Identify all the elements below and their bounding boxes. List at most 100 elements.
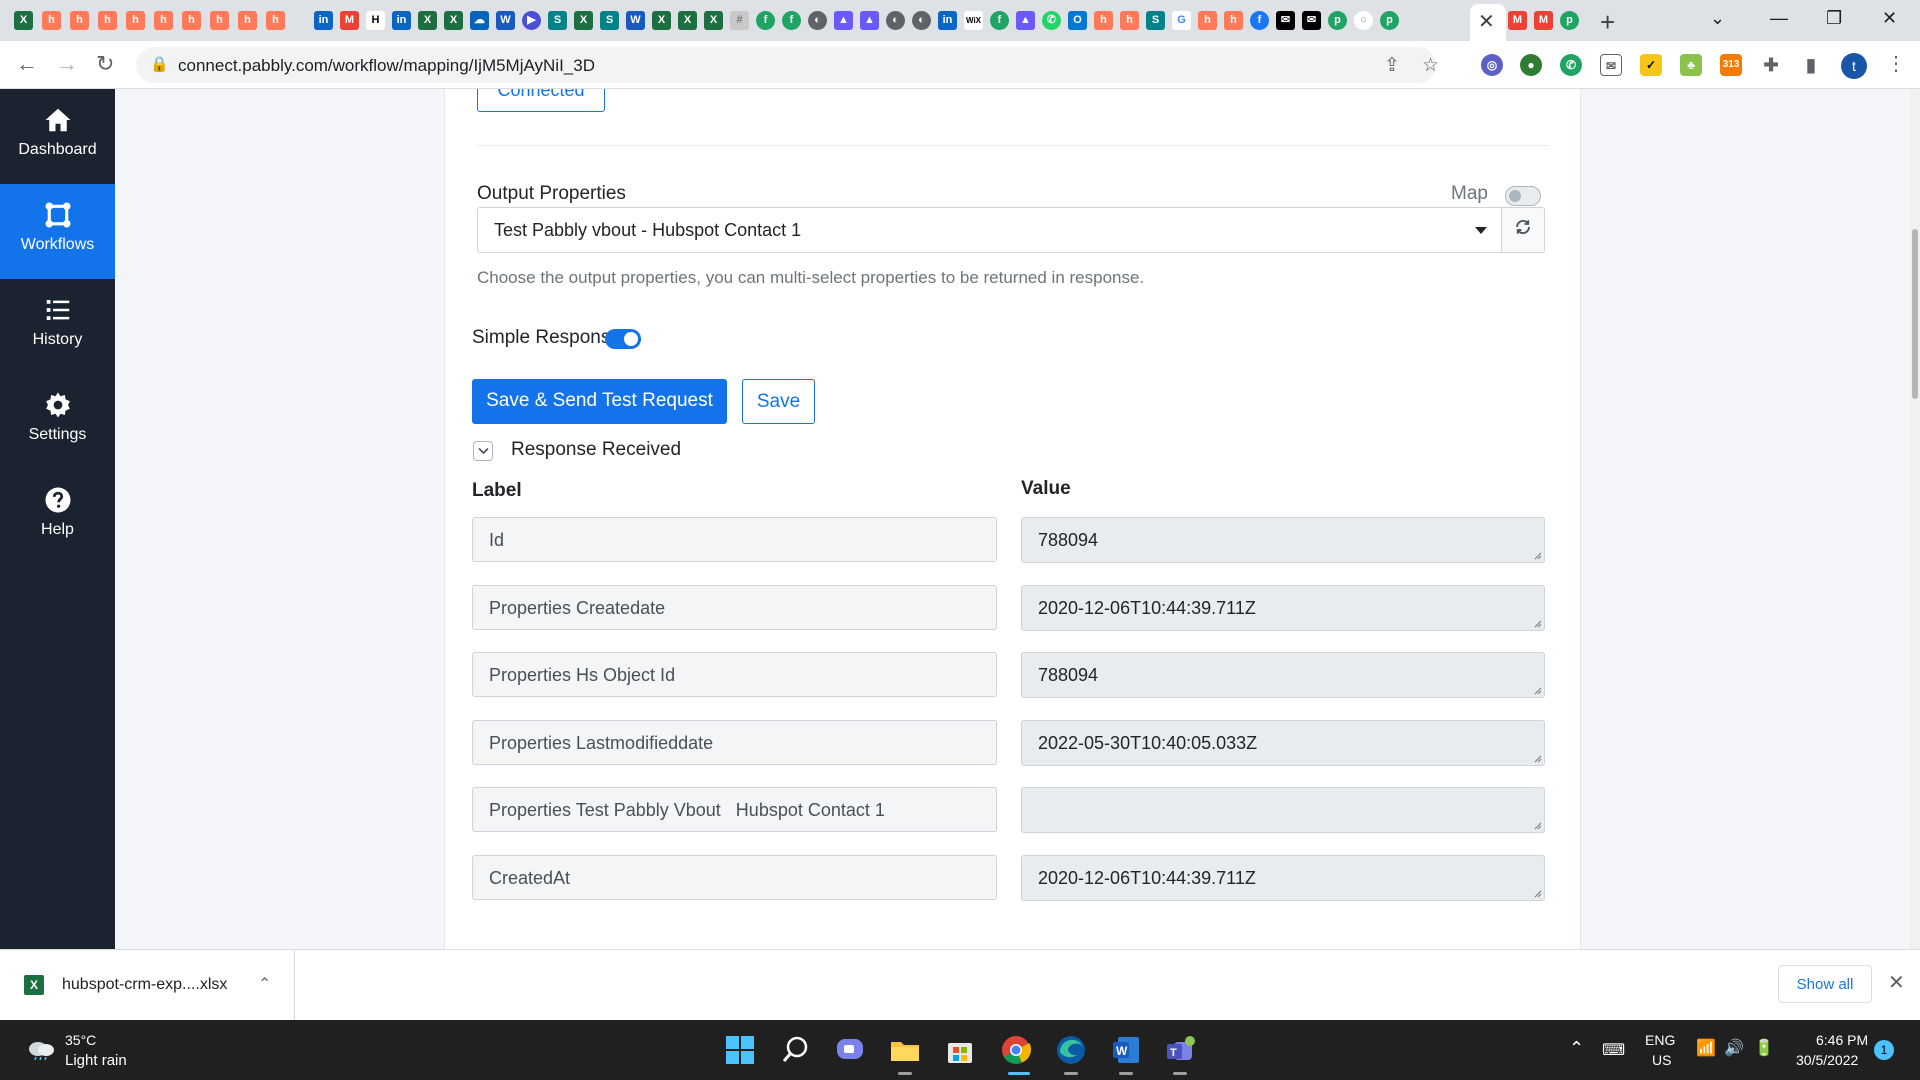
tab-favicon-hubspot-icon[interactable]: h bbox=[238, 11, 257, 30]
search-icon[interactable] bbox=[780, 1034, 812, 1066]
tab-favicon-pabbly-icon[interactable]: p bbox=[1328, 11, 1347, 30]
tab-search-chevron-icon[interactable]: ⌄ bbox=[1710, 8, 1725, 29]
window-close-icon[interactable]: ✕ bbox=[1882, 8, 1897, 29]
refresh-button[interactable] bbox=[1501, 207, 1545, 253]
tab-favicon-mail-icon[interactable]: ✉ bbox=[1302, 11, 1321, 30]
sidebar-item-settings[interactable]: Settings bbox=[0, 374, 115, 469]
page-scrollbar[interactable] bbox=[1910, 89, 1920, 949]
response-value-field[interactable] bbox=[1021, 787, 1545, 833]
wifi-icon[interactable]: 📶 bbox=[1696, 1038, 1716, 1058]
address-bar[interactable]: 🔒 connect.pabbly.com/workflow/mapping/Ij… bbox=[136, 47, 1439, 83]
response-value-field[interactable]: 2022-05-30T10:40:05.033Z bbox=[1021, 720, 1545, 766]
tab-favicon-hubspot-icon[interactable]: h bbox=[182, 11, 201, 30]
keyboard-icon[interactable]: ⌨ bbox=[1602, 1040, 1625, 1060]
tab-favicon-circle-icon[interactable]: ○ bbox=[1354, 11, 1373, 30]
volume-icon[interactable]: 🔊 bbox=[1724, 1038, 1744, 1058]
tab-favicon-pabbly-form-icon[interactable]: f bbox=[990, 11, 1009, 30]
tab-favicon-hubspot-icon[interactable]: h bbox=[210, 11, 229, 30]
sidebar-item-workflows[interactable]: Workflows bbox=[0, 184, 115, 279]
output-properties-select[interactable]: Test Pabbly vbout - Hubspot Contact 1 bbox=[477, 207, 1502, 253]
response-label-field[interactable]: Properties Test Pabbly Vbout Hubspot Con… bbox=[472, 787, 997, 832]
tab-favicon-globe-icon[interactable]: ◐ bbox=[808, 11, 827, 30]
scrollbar-thumb[interactable] bbox=[1912, 229, 1918, 399]
tab-favicon-hubspot-icon[interactable]: h bbox=[1224, 11, 1243, 30]
response-value-field[interactable]: 2020-12-06T10:44:39.711Z bbox=[1021, 855, 1545, 901]
response-value-field[interactable]: 788094 bbox=[1021, 517, 1545, 563]
tab-favicon-excel-icon[interactable]: X bbox=[574, 11, 593, 30]
download-item[interactable]: X hubspot-crm-exp....xlsx ⌃ bbox=[0, 950, 295, 1021]
reload-icon[interactable]: ↻ bbox=[96, 51, 114, 77]
tab-favicon-sharepoint-icon[interactable]: S bbox=[1146, 11, 1165, 30]
response-value-field[interactable]: 788094 bbox=[1021, 652, 1545, 698]
resize-grip-icon[interactable] bbox=[1532, 753, 1542, 763]
tab-favicon-gmail-icon[interactable]: M bbox=[1534, 11, 1553, 30]
resize-grip-icon[interactable] bbox=[1532, 685, 1542, 695]
resize-grip-icon[interactable] bbox=[1532, 618, 1542, 628]
tab-favicon-pabbly-icon[interactable]: p bbox=[1560, 11, 1579, 30]
tab-favicon-pabbly-form-icon[interactable]: f bbox=[756, 11, 775, 30]
tab-favicon-gmail-icon[interactable]: M bbox=[340, 11, 359, 30]
tab-favicon-hubspot-icon[interactable]: h bbox=[1120, 11, 1139, 30]
response-label-field[interactable]: Properties Hs Object Id bbox=[472, 652, 997, 697]
language-eng[interactable]: ENG bbox=[1645, 1032, 1675, 1048]
show-all-button[interactable]: Show all bbox=[1778, 965, 1872, 1003]
tab-favicon-mail-icon[interactable]: ✉ bbox=[1276, 11, 1295, 30]
resize-grip-icon[interactable] bbox=[1532, 888, 1542, 898]
extension-icon[interactable]: ◎ bbox=[1481, 54, 1503, 76]
tab-favicon-excel-icon[interactable]: X bbox=[418, 11, 437, 30]
tab-favicon-h-icon[interactable]: H bbox=[366, 11, 385, 30]
extension-icon[interactable]: ♣ bbox=[1680, 54, 1702, 76]
restore-icon[interactable]: ❐ bbox=[1826, 8, 1842, 29]
tray-chevron-up-icon[interactable]: ⌃ bbox=[1569, 1038, 1584, 1059]
tab-favicon-whatsapp-icon[interactable]: ✆ bbox=[1042, 11, 1061, 30]
tab-favicon-sharepoint-icon[interactable]: S bbox=[548, 11, 567, 30]
simple-response-toggle[interactable] bbox=[605, 329, 641, 349]
tab-favicon-mountain-icon[interactable]: ▲ bbox=[834, 11, 853, 30]
notification-badge[interactable]: 1 bbox=[1874, 1040, 1894, 1060]
sidebar-item-history[interactable]: History bbox=[0, 279, 115, 374]
tab-favicon-gmail-icon[interactable]: M bbox=[1508, 11, 1527, 30]
tab-favicon-hubspot-icon[interactable]: h bbox=[98, 11, 117, 30]
response-label-field[interactable]: CreatedAt bbox=[472, 855, 997, 900]
chrome-icon[interactable] bbox=[1000, 1034, 1032, 1066]
response-value-field[interactable]: 2020-12-06T10:44:39.711Z bbox=[1021, 585, 1545, 631]
connected-button[interactable]: Connected bbox=[477, 89, 605, 112]
response-label-field[interactable]: Id bbox=[472, 517, 997, 562]
windows-start-icon[interactable] bbox=[724, 1034, 756, 1066]
browser-menu-icon[interactable]: ⋮ bbox=[1886, 51, 1906, 76]
tab-favicon-play-icon[interactable]: ▶ bbox=[522, 11, 541, 30]
save-send-test-button[interactable]: Save & Send Test Request bbox=[472, 379, 727, 424]
tab-favicon-hubspot-icon[interactable]: h bbox=[42, 11, 61, 30]
resize-grip-icon[interactable] bbox=[1532, 820, 1542, 830]
tab-favicon-excel-icon[interactable]: X bbox=[444, 11, 463, 30]
download-filename[interactable]: hubspot-crm-exp....xlsx bbox=[62, 976, 227, 994]
tab-favicon-linkedin-icon[interactable]: in bbox=[392, 11, 411, 30]
extension-mail-icon[interactable]: ✉ bbox=[1600, 54, 1622, 76]
sidebar-item-help[interactable]: Help bbox=[0, 469, 115, 564]
file-explorer-icon[interactable] bbox=[889, 1034, 921, 1066]
extension-chat-icon[interactable]: ✆ bbox=[1560, 54, 1582, 76]
extensions-puzzle-icon[interactable]: ✚ bbox=[1760, 54, 1782, 76]
tab-favicon-mountain-icon[interactable]: ▲ bbox=[860, 11, 879, 30]
download-bar-close-icon[interactable]: ✕ bbox=[1888, 970, 1905, 995]
tab-favicon-pabbly-icon[interactable]: p bbox=[1380, 11, 1399, 30]
battery-icon[interactable]: 🔋 bbox=[1754, 1038, 1774, 1058]
tab-close-icon[interactable]: ✕ bbox=[1478, 9, 1495, 34]
clock-time[interactable]: 6:46 PM bbox=[1816, 1032, 1868, 1048]
tab-favicon-excel-icon[interactable]: X bbox=[652, 11, 671, 30]
tab-favicon-mountain-icon[interactable]: ▲ bbox=[1016, 11, 1035, 30]
tab-favicon-pabbly-form-icon[interactable]: f bbox=[782, 11, 801, 30]
microsoft-store-icon[interactable] bbox=[944, 1034, 976, 1066]
tab-favicon-globe-icon[interactable]: ◐ bbox=[886, 11, 905, 30]
tab-favicon-hubspot-icon[interactable]: h bbox=[154, 11, 173, 30]
save-button[interactable]: Save bbox=[742, 379, 815, 424]
tab-favicon-onedrive-icon[interactable]: ☁ bbox=[470, 11, 489, 30]
tab-favicon-hubspot-icon[interactable]: h bbox=[266, 11, 285, 30]
tab-favicon-grid-icon[interactable]: # bbox=[730, 11, 749, 30]
extension-check-icon[interactable]: ✓ bbox=[1640, 54, 1662, 76]
tab-favicon-linkedin-icon[interactable]: in bbox=[938, 11, 957, 30]
bookmark-star-icon[interactable]: ☆ bbox=[1422, 54, 1439, 77]
forward-icon[interactable]: → bbox=[56, 51, 78, 77]
new-tab-icon[interactable]: + bbox=[1600, 7, 1615, 38]
tab-favicon-hubspot-icon[interactable]: h bbox=[1198, 11, 1217, 30]
